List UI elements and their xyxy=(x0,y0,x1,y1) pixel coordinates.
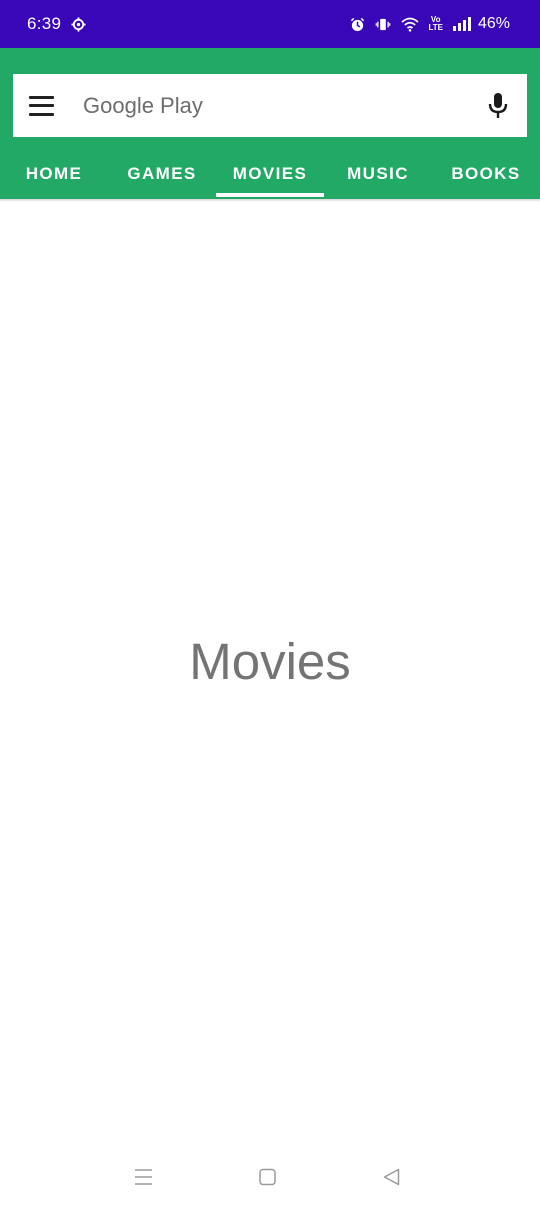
menu-icon[interactable] xyxy=(29,95,54,116)
tab-movies[interactable]: MOVIES xyxy=(216,148,324,199)
home-icon[interactable] xyxy=(259,1168,276,1186)
tab-home[interactable]: HOME xyxy=(0,148,108,199)
system-nav-bar xyxy=(0,1150,540,1206)
volte-bottom-label: LTE xyxy=(428,23,443,32)
vibrate-icon xyxy=(376,18,391,30)
alarm-icon xyxy=(351,17,365,31)
signal-icon xyxy=(452,17,471,31)
back-icon[interactable] xyxy=(383,1168,400,1186)
status-left: 6:39 xyxy=(27,14,86,34)
status-bar: 6:39 Vo LTE 46% xyxy=(0,0,540,48)
page-title: Movies xyxy=(189,633,351,690)
search-bar xyxy=(13,74,527,137)
recents-icon[interactable] xyxy=(135,1168,152,1186)
tab-music[interactable]: MUSIC xyxy=(324,148,432,199)
status-time: 6:39 xyxy=(27,14,62,33)
app-bar: HOME GAMES MOVIES MUSIC BOOKS xyxy=(0,48,540,199)
status-right: Vo LTE 46% xyxy=(340,15,510,33)
gear-icon xyxy=(71,16,86,32)
tab-indicator xyxy=(216,193,324,197)
tab-books[interactable]: BOOKS xyxy=(432,148,540,199)
volte-icon: Vo LTE xyxy=(428,16,443,32)
tab-games[interactable]: GAMES xyxy=(108,148,216,199)
screen: 6:39 Vo LTE 46% Google Play HOME GAMES M… xyxy=(0,0,540,1206)
app-bar-shadow xyxy=(0,199,540,202)
tab-bar: HOME GAMES MOVIES MUSIC BOOKS xyxy=(0,148,540,199)
mic-icon[interactable] xyxy=(487,91,509,121)
battery-percentage: 46% xyxy=(477,15,510,32)
search-input[interactable] xyxy=(83,92,487,119)
wifi-icon xyxy=(401,17,420,32)
